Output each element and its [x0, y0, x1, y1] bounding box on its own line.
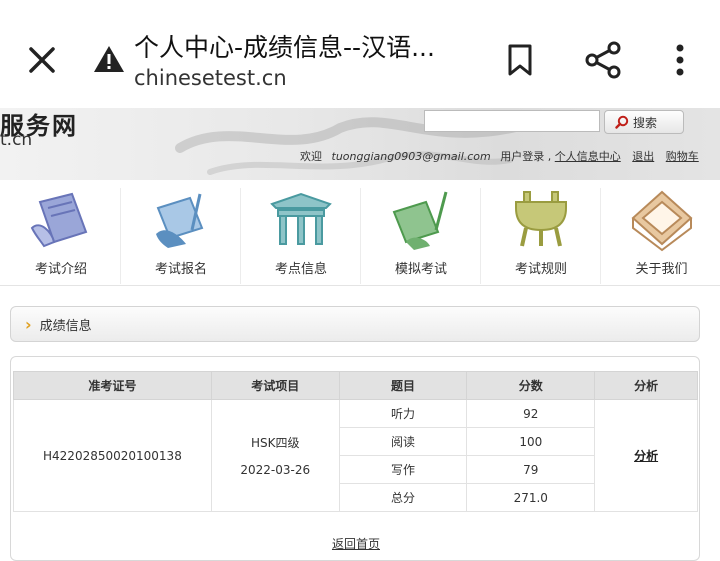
score-table: 准考证号 考试项目 题目 分数 分析 H42202850020100138 HS… — [13, 371, 698, 512]
nav-item-registration[interactable]: 考试报名 — [122, 188, 241, 284]
logout-link[interactable]: 退出 — [632, 150, 654, 163]
exam-name: HSK四级 — [250, 436, 300, 450]
score-panel: 准考证号 考试项目 题目 分数 分析 H42202850020100138 HS… — [10, 356, 700, 561]
scroll-icon — [30, 192, 88, 248]
nav-item-exam-rules[interactable]: 考试规则 — [482, 188, 601, 284]
main-nav: 考试介绍 考试报名 考点信息 模拟考试 考试规则 关于我们 — [0, 180, 720, 286]
item-cell: 听力 — [338, 399, 468, 428]
warning-icon[interactable] — [93, 44, 125, 74]
analysis-cell: 分析 — [594, 399, 698, 512]
header-cell: 分数 — [466, 371, 596, 400]
header-cell: 准考证号 — [13, 371, 212, 400]
nav-label: 考点信息 — [274, 262, 327, 277]
scroll-quill-icon — [156, 193, 204, 248]
chevron-right-icon: › — [25, 314, 32, 334]
login-type: 用户登录 , — [500, 150, 552, 163]
site-logo-domain: t.cn — [0, 130, 33, 150]
exam-info: HSK四级 2022-03-26 — [210, 399, 340, 512]
close-icon[interactable] — [22, 40, 62, 80]
browser-toolbar: 个人中心-成绩信息--汉语... chinesetest.cn — [0, 0, 720, 108]
nav-label: 考试介绍 — [34, 262, 87, 277]
item-cell: 总分 — [338, 483, 468, 512]
table-header-row: 准考证号 考试项目 题目 分数 分析 — [13, 371, 698, 400]
search-icon — [615, 115, 629, 129]
nav-item-exam-intro[interactable]: 考试介绍 — [2, 188, 121, 284]
section-title: 成绩信息 — [39, 318, 92, 334]
nav-item-mock-exam[interactable]: 模拟考试 — [362, 188, 481, 284]
back-home-link[interactable]: 返回首页 — [11, 535, 699, 552]
nav-label: 考试报名 — [154, 262, 207, 277]
site-header: 服务网 t.cn 搜索 欢迎 tuonggiang0903@gmail.com … — [0, 108, 720, 180]
search-input[interactable] — [424, 110, 600, 132]
profile-center-link[interactable]: 个人信息中心 — [555, 150, 621, 163]
nav-label: 关于我们 — [635, 262, 688, 277]
score-cell: 79 — [466, 455, 596, 484]
page-title: 个人中心-成绩信息--汉语... — [134, 33, 435, 62]
section-header: › 成绩信息 — [10, 306, 700, 342]
cart-link[interactable]: 购物车 — [666, 150, 699, 163]
ding-cauldron-icon — [515, 191, 567, 247]
item-cell: 阅读 — [338, 427, 468, 456]
candidate-id: H42202850020100138 — [13, 399, 212, 512]
exam-date: 2022-03-26 — [240, 463, 311, 477]
url-text[interactable]: chinesetest.cn — [134, 66, 287, 90]
analysis-link[interactable]: 分析 — [634, 449, 658, 463]
bookmark-icon[interactable] — [500, 40, 540, 80]
square-frame-icon — [631, 190, 692, 252]
share-icon[interactable] — [582, 40, 626, 80]
header-cell: 题目 — [338, 371, 468, 400]
header-cell: 考试项目 — [210, 371, 340, 400]
user-email: tuonggiang0903@gmail.com — [331, 150, 491, 163]
more-vert-icon[interactable] — [662, 40, 698, 80]
header-cell: 分析 — [594, 371, 698, 400]
score-cell: 100 — [466, 427, 596, 456]
user-bar: 欢迎 tuonggiang0903@gmail.com 用户登录 , 个人信息中… — [300, 148, 699, 164]
item-cell: 写作 — [338, 455, 468, 484]
nav-item-test-centers[interactable]: 考点信息 — [242, 188, 361, 284]
brush-scroll-icon — [392, 191, 448, 250]
score-cell: 92 — [466, 399, 596, 428]
pavilion-icon — [270, 192, 332, 245]
table-row: H42202850020100138 HSK四级 2022-03-26 听力 9… — [13, 399, 698, 512]
welcome-text: 欢迎 — [300, 150, 322, 163]
nav-label: 模拟考试 — [394, 262, 447, 277]
score-cell: 271.0 — [466, 483, 596, 512]
nav-item-about-us[interactable]: 关于我们 — [602, 188, 720, 284]
search-button[interactable]: 搜索 — [604, 110, 684, 134]
search-button-label: 搜索 — [633, 115, 658, 130]
nav-label: 考试规则 — [514, 262, 567, 277]
